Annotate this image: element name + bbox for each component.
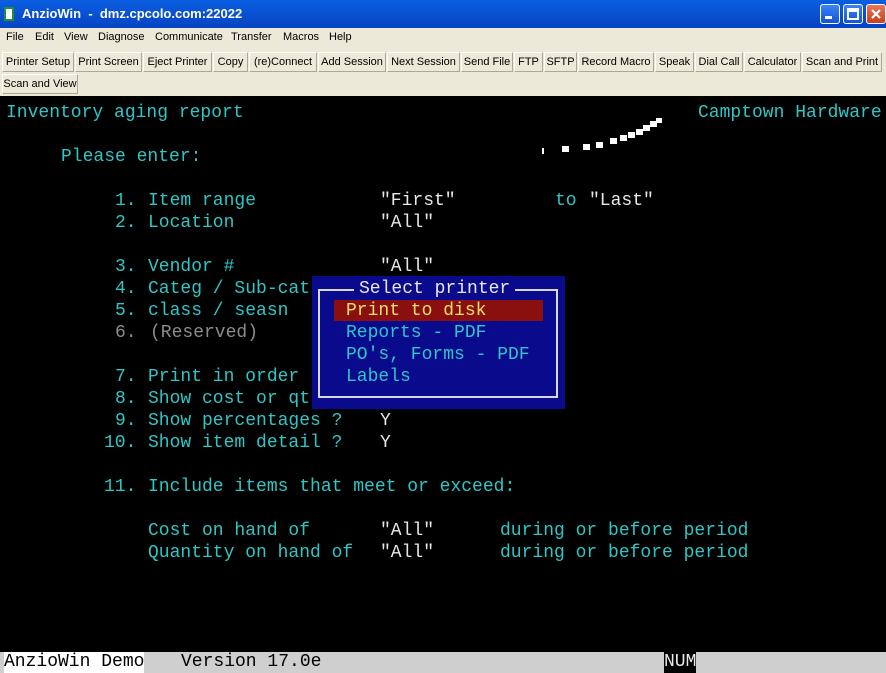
send-file-button[interactable]: Send File: [461, 52, 513, 72]
threshold-value-cost[interactable]: "All": [380, 520, 434, 542]
maximize-button[interactable]: [843, 4, 863, 24]
menu-edit[interactable]: Edit: [35, 31, 54, 43]
field-number: 8.: [115, 389, 137, 409]
field-value-show-percentages[interactable]: Y: [380, 410, 391, 432]
printer-setup-button[interactable]: Printer Setup: [2, 52, 74, 72]
printer-option-print-to-disk[interactable]: Print to disk: [346, 300, 486, 322]
print-screen-button[interactable]: Print Screen: [75, 52, 142, 72]
field-label-vendor: Vendor #: [148, 257, 235, 277]
add-session-button[interactable]: Add Session: [318, 52, 386, 72]
calculator-button[interactable]: Calculator: [744, 52, 801, 72]
copy-button[interactable]: Copy: [213, 52, 248, 72]
status-app-name: AnzioWin Demo: [4, 652, 145, 673]
toolbar: Printer Setup Print Screen Eject Printer…: [0, 48, 886, 96]
reconnect-button[interactable]: (re)Connect: [249, 52, 317, 72]
status-numlock: NUM: [664, 652, 697, 673]
field-label-show-percentages: Show percentages ?: [148, 411, 343, 431]
next-session-button[interactable]: Next Session: [387, 52, 460, 72]
scan-and-view-button[interactable]: Scan and View: [2, 74, 78, 94]
field-number: 4.: [115, 279, 137, 299]
record-macro-button[interactable]: Record Macro: [578, 52, 654, 72]
field-label-location: Location: [148, 213, 235, 233]
report-title: Inventory aging report: [6, 103, 244, 123]
select-printer-dialog: Select printer Print to disk Reports - P…: [312, 276, 565, 409]
ftp-button[interactable]: FTP: [514, 52, 543, 72]
threshold-label-quantity: Quantity on hand of: [148, 543, 354, 563]
field-number: 9.: [115, 411, 137, 431]
window-title-bar[interactable]: AnzioWin - dmz.cpcolo.com:22022: [0, 0, 886, 28]
menu-diagnose[interactable]: Diagnose: [98, 31, 144, 43]
eject-printer-button[interactable]: Eject Printer: [143, 52, 212, 72]
field-label-reserved: (Reserved): [150, 323, 259, 343]
threshold-value-quantity[interactable]: "All": [380, 542, 434, 564]
sftp-button[interactable]: SFTP: [544, 52, 577, 72]
field-label-include-items: Include items that meet or exceed:: [148, 477, 516, 497]
field-number: 5.: [115, 301, 137, 321]
prompt-label: Please enter:: [61, 147, 202, 167]
menu-communicate[interactable]: Communicate: [155, 31, 223, 43]
field-number: 10.: [104, 433, 137, 453]
field-number: 2.: [115, 213, 137, 233]
scan-and-print-button[interactable]: Scan and Print: [802, 52, 882, 72]
field-value-item-range-to[interactable]: "Last": [589, 190, 654, 212]
field-label-show-item-detail: Show item detail ?: [148, 433, 343, 453]
field-number: 3.: [115, 257, 137, 277]
field-value-item-range-from[interactable]: "First": [380, 190, 456, 212]
dial-call-button[interactable]: Dial Call: [695, 52, 743, 72]
speak-button[interactable]: Speak: [655, 52, 694, 72]
terminal-screen[interactable]: Inventory aging report Camptown Hardware…: [0, 96, 886, 652]
field-number: 6.: [115, 323, 137, 343]
threshold-note-cost: during or before period: [500, 521, 749, 541]
field-label-class-season: class / seasn: [148, 301, 289, 321]
threshold-label-cost: Cost on hand of: [148, 521, 311, 541]
menu-macros[interactable]: Macros: [283, 31, 319, 43]
field-value-location[interactable]: "All": [380, 212, 434, 234]
field-number: 11.: [104, 477, 137, 497]
menu-bar: File Edit View Diagnose Communicate Tran…: [0, 28, 886, 48]
window-title: AnzioWin - dmz.cpcolo.com:22022: [22, 6, 243, 21]
printer-option-reports-pdf[interactable]: Reports - PDF: [346, 322, 486, 344]
field-label-category: Categ / Sub-cat: [148, 279, 311, 299]
anzio-app-icon: [4, 7, 14, 21]
maximize-icon: [847, 8, 859, 20]
field-value-vendor[interactable]: "All": [380, 256, 434, 278]
field-label-item-range: Item range: [148, 191, 257, 211]
field-label-to: to: [555, 191, 577, 211]
threshold-note-quantity: during or before period: [500, 543, 749, 563]
field-value-show-item-detail[interactable]: Y: [380, 432, 391, 454]
field-number: 7.: [115, 367, 137, 387]
dialog-title: Select printer: [354, 278, 516, 300]
menu-file[interactable]: File: [6, 31, 24, 43]
minimize-button[interactable]: [820, 4, 840, 24]
status-bar: AnzioWin Demo Version 17.0e NUM: [0, 652, 886, 673]
printer-option-labels[interactable]: Labels: [346, 366, 411, 388]
field-label-show-cost: Show cost or qt: [148, 389, 311, 409]
menu-help[interactable]: Help: [329, 31, 352, 43]
close-icon: [871, 9, 881, 19]
minimize-icon: [825, 16, 832, 19]
field-label-print-order: Print in order: [148, 367, 300, 387]
field-number: 1.: [115, 191, 137, 211]
status-version: Version 17.0e: [181, 652, 322, 672]
menu-transfer[interactable]: Transfer: [231, 31, 272, 43]
menu-view[interactable]: View: [64, 31, 88, 43]
close-button[interactable]: [866, 4, 886, 24]
printer-option-forms-pdf[interactable]: PO's, Forms - PDF: [346, 344, 530, 366]
company-name: Camptown Hardware: [698, 103, 882, 123]
